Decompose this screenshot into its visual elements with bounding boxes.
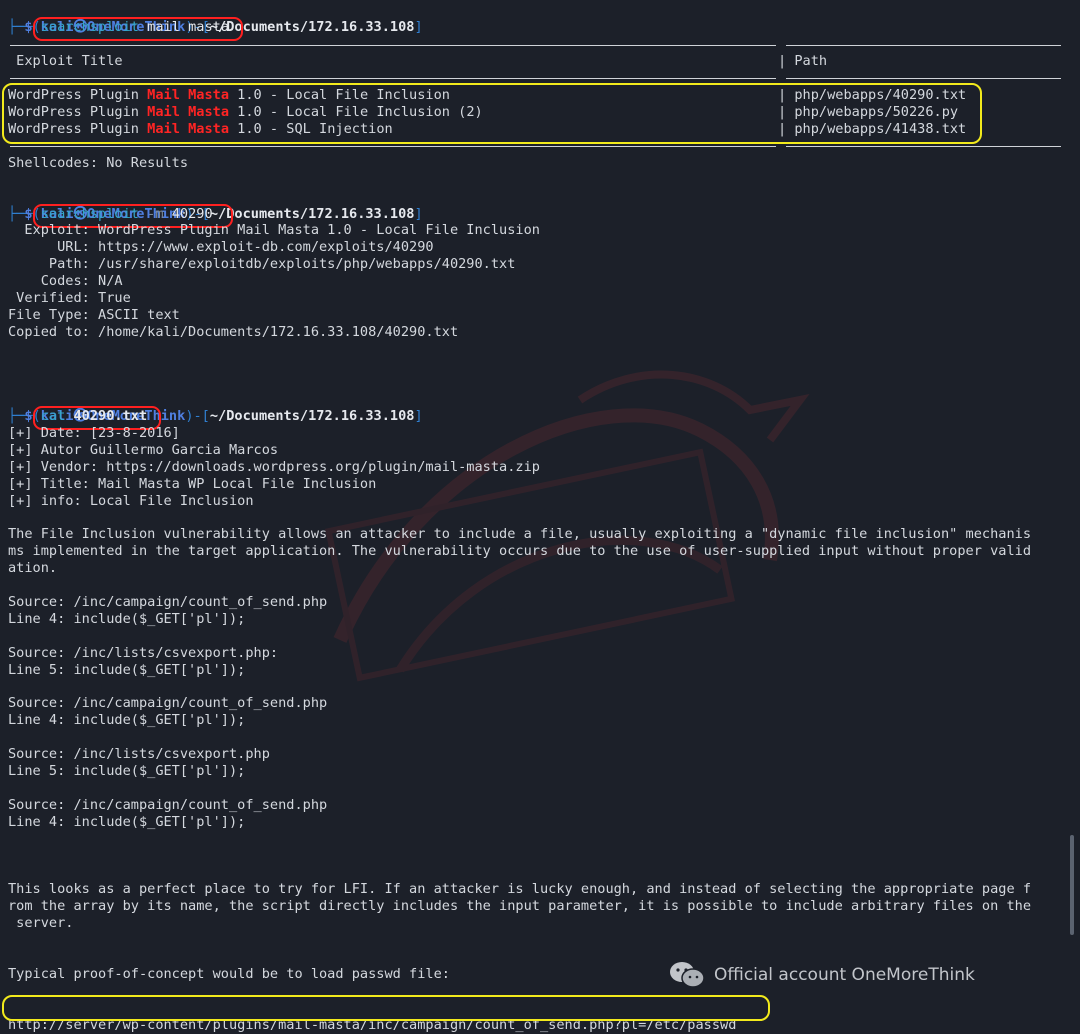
table-header: Exploit Title <box>8 53 123 70</box>
output-line: Line 5: include($_GET['pl']); <box>8 763 246 779</box>
highlight-results <box>2 83 982 144</box>
table-rule-bottom-path <box>786 146 1061 147</box>
output-line: Typical proof-of-concept would be to loa… <box>8 965 450 982</box>
output-line: Codes: N/A <box>8 273 123 289</box>
wechat-icon <box>670 962 705 988</box>
output-line: This looks as a perfect place to try for… <box>8 881 1032 898</box>
output-line: [+] Autor Guillermo Garcia Marcos <box>8 441 279 458</box>
table-rule-top <box>10 45 776 46</box>
output-line: ation. <box>8 560 58 577</box>
output-line: Line 5: include($_GET['pl']); <box>8 661 246 678</box>
output-line: rom the array by its name, the script di… <box>8 898 1032 915</box>
output-line: Exploit: WordPress Plugin Mail Masta 1.0… <box>8 222 540 238</box>
table-rule-mid <box>10 78 776 79</box>
output-line: Path: /usr/share/exploitdb/exploits/php/… <box>8 256 516 272</box>
watermark-text: Official account OneMoreThink <box>714 965 975 985</box>
table-rule-top-path <box>786 45 1061 46</box>
table-rule-bottom <box>10 146 776 147</box>
output-line: URL: https://www.exploit-db.com/exploits… <box>8 239 434 255</box>
header-exploit-title: Exploit Title <box>8 53 123 69</box>
table-header-sep: | Path <box>778 53 828 69</box>
output-line: server. <box>8 915 74 932</box>
header-path: Path <box>786 53 828 69</box>
output-line: Source: /inc/lists/csvexport.php: <box>8 644 279 661</box>
output-line: ms implemented in the target application… <box>8 543 1032 560</box>
watermark: Official account OneMoreThink <box>668 960 975 990</box>
output-line: File Type: ASCII text <box>8 307 180 323</box>
output-line: Source: /inc/lists/csvexport.php <box>8 746 270 763</box>
output-line: Source: /inc/campaign/count_of_send.php <box>8 796 328 813</box>
output-line: The File Inclusion vulnerability allows … <box>8 526 1032 543</box>
output-line: Copied to: /home/kali/Documents/172.16.3… <box>8 324 459 340</box>
output-line: Line 4: include($_GET['pl']); <box>8 813 246 830</box>
shellcodes-result: Shellcodes: No Results <box>8 155 189 171</box>
output-line: Line 4: include($_GET['pl']); <box>8 712 246 729</box>
output-line: [+] Title: Mail Masta WP Local File Incl… <box>8 475 377 492</box>
output-line: Line 4: include($_GET['pl']); <box>8 610 246 627</box>
highlight-poc-url <box>2 995 770 1021</box>
output-line: [+] Date: [23-8-2016] <box>8 425 180 441</box>
table-rule-mid-path <box>786 78 1061 79</box>
terminal-scrollbar[interactable] <box>1070 835 1074 935</box>
output-line: [+] Vendor: https://downloads.wordpress.… <box>8 458 540 475</box>
output-line: Source: /inc/campaign/count_of_send.php <box>8 695 328 712</box>
highlight-command-1 <box>33 17 243 41</box>
output-line: [+] info: Local File Inclusion <box>8 492 254 509</box>
output-line: Source: /inc/campaign/count_of_send.php <box>8 594 328 610</box>
output-line: Verified: True <box>8 290 131 306</box>
